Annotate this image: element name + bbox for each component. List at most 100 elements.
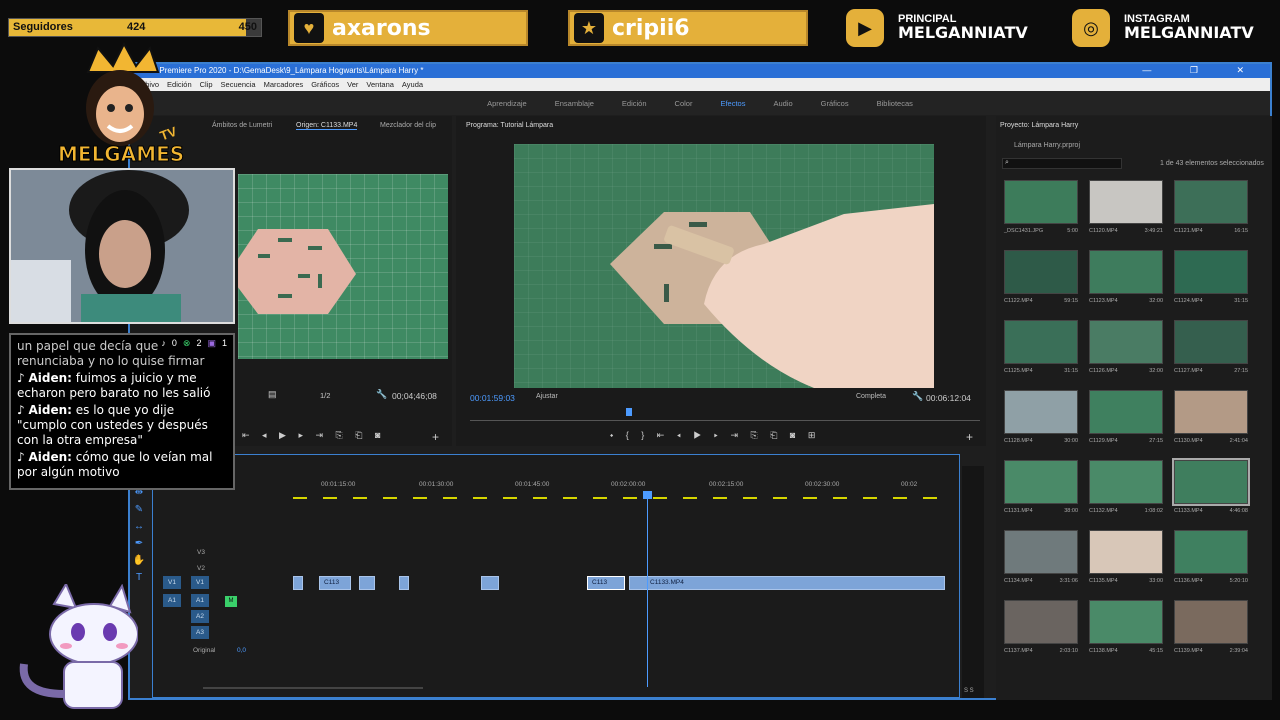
project-item-name: C1126.MP4 [1089,368,1118,374]
project-thumbnail[interactable] [1089,320,1163,364]
target-v1[interactable]: V1 [163,576,181,589]
ws-edicion[interactable]: Edición [608,99,661,108]
project-thumbnail[interactable] [1089,460,1163,504]
chat-message: ♪ Aiden: fuimos a juicio y me echaron pe… [17,371,227,401]
wrench-icon[interactable]: 🔧 [376,389,387,400]
instagram-icon: ◎ [1072,9,1110,47]
project-thumbnail[interactable] [1089,530,1163,574]
project-item-duration: 4:46:08 [1229,508,1248,514]
pen-tool-icon[interactable]: ✒ [130,535,148,552]
project-thumbnail[interactable] [1004,320,1078,364]
menu-ayuda[interactable]: Ayuda [402,80,423,89]
program-timecode[interactable]: 00:01:59:03 [470,393,515,403]
ruler-tick: 00:01:15:00 [321,481,356,488]
twitch-icon: ▣ [207,338,216,348]
program-title[interactable]: Programa: Tutorial Lámpara [466,122,553,129]
source-settings-icon[interactable]: ▤ [268,389,277,400]
title-bar: Adobe Premiere Pro 2020 - D:\GemaDesk\9_… [130,64,1270,78]
project-thumbnail[interactable] [1174,180,1248,224]
instagram-name: MELGANNIATV [1124,23,1254,43]
project-thumbnail[interactable] [1004,460,1078,504]
project-item-label: C1139.MP4 2:39:04 [1174,648,1248,654]
project-panel: Proyecto: Lámpara Harry Lámpara Harry.pr… [996,116,1272,700]
project-thumbnail[interactable] [1004,250,1078,294]
program-playhead[interactable] [626,408,632,416]
timeline-clip[interactable] [399,576,409,590]
ws-ensamblaje[interactable]: Ensamblaje [541,99,608,108]
project-thumbnail[interactable] [1004,600,1078,644]
webcam-feed [9,168,235,324]
project-item-duration: 38:00 [1064,508,1078,514]
timeline-zoom-bar[interactable] [203,687,423,689]
project-thumbnail[interactable] [1172,458,1250,506]
project-thumbnail[interactable] [1174,530,1248,574]
program-quality-select[interactable]: Completa [856,393,886,400]
project-thumbnail[interactable] [1004,180,1078,224]
ws-graficos[interactable]: Gráficos [807,99,863,108]
project-item-name: C1123.MP4 [1089,298,1118,304]
tab-lumetri[interactable]: Ámbitos de Lumetri [212,122,272,129]
source-scale[interactable]: 1/2 [320,391,330,400]
ws-bibliotecas[interactable]: Bibliotecas [863,99,927,108]
track-a3-label[interactable]: A3 [191,626,209,639]
track-v1[interactable]: C113 C113 C1133.MP4 [293,575,945,593]
cat-icon [19,581,139,709]
hand-tool-icon[interactable]: ✋ [130,552,148,569]
mute-a1-button[interactable]: M [225,596,237,607]
social-name-1: axarons [332,15,431,41]
target-a1[interactable]: A1 [163,594,181,607]
project-item-name: C1122.MP4 [1004,298,1033,304]
project-thumbnail[interactable] [1174,600,1248,644]
track-v1-label[interactable]: V1 [191,576,209,589]
project-thumbnail[interactable] [1004,530,1078,574]
tiktok-count: 0 [171,338,177,348]
program-wrench-icon[interactable]: 🔧 [912,391,923,402]
timeline-clip[interactable] [359,576,375,590]
menu-ventana[interactable]: Ventana [366,80,394,89]
ws-aprendizaje[interactable]: Aprendizaje [473,99,541,108]
program-scrub-bar[interactable] [470,420,980,421]
project-thumbnail[interactable] [1089,390,1163,434]
timeline-clip[interactable]: C113 [319,576,351,590]
timeline-playhead[interactable] [647,491,648,687]
project-thumbnail[interactable] [1174,320,1248,364]
project-title[interactable]: Proyecto: Lámpara Harry [1000,122,1078,129]
chat-user: Aiden: [28,403,72,417]
menu-marcadores[interactable]: Marcadores [264,80,304,89]
project-search-input[interactable]: ⌕ [1002,158,1122,169]
program-fit-select[interactable]: Ajustar [536,393,558,400]
timeline-clip[interactable] [481,576,499,590]
source-add-button[interactable]: + [432,430,439,444]
timeline-clip[interactable]: C1133.MP4 [629,576,945,590]
menu-ver[interactable]: Ver [347,80,358,89]
project-thumbnail[interactable] [1089,250,1163,294]
timeline-clip-selected[interactable]: C113 [587,576,625,590]
project-item-name: C1121.MP4 [1174,228,1203,234]
ws-color[interactable]: Color [661,99,707,108]
ws-audio[interactable]: Audio [759,99,806,108]
razor-tool-icon[interactable]: ✎ [130,501,148,518]
project-thumbnail[interactable] [1004,390,1078,434]
project-thumbnail[interactable] [1174,390,1248,434]
project-thumbnail[interactable] [1089,600,1163,644]
timeline-clip[interactable] [293,576,303,590]
menu-clip[interactable]: Clip [200,80,213,89]
youtube-name: MELGANNIATV [898,23,1028,43]
project-thumbnail[interactable] [1089,180,1163,224]
menu-graficos[interactable]: Gráficos [311,80,339,89]
followers-goal: 450 [238,21,257,33]
timeline-playhead-handle[interactable] [643,491,652,499]
track-a1-label[interactable]: A1 [191,594,209,607]
original-value[interactable]: 0,0 [237,647,246,654]
tab-source[interactable]: Origen: C1133.MP4 [296,122,358,130]
menu-secuencia[interactable]: Secuencia [221,80,256,89]
window-controls[interactable]: — ❐ ✕ [1142,65,1262,76]
program-add-button[interactable]: + [966,430,973,444]
track-a2-label[interactable]: A2 [191,610,209,623]
ws-efectos[interactable]: Efectos [706,99,759,108]
tab-clip-mixer[interactable]: Mezclador del clip [380,122,436,129]
slip-tool-icon[interactable]: ↔ [130,518,148,535]
project-thumbnail[interactable] [1174,250,1248,294]
program-transport[interactable]: ⬩ { } ⇤ ◂ ▶ ▸ ⇥ ⎘ ⎗ ◙ ⊞ [610,430,815,441]
source-transport[interactable]: ⇤ ◂ ▶ ▸ ⇥ ⎘ ⎗ ◙ [242,430,380,441]
